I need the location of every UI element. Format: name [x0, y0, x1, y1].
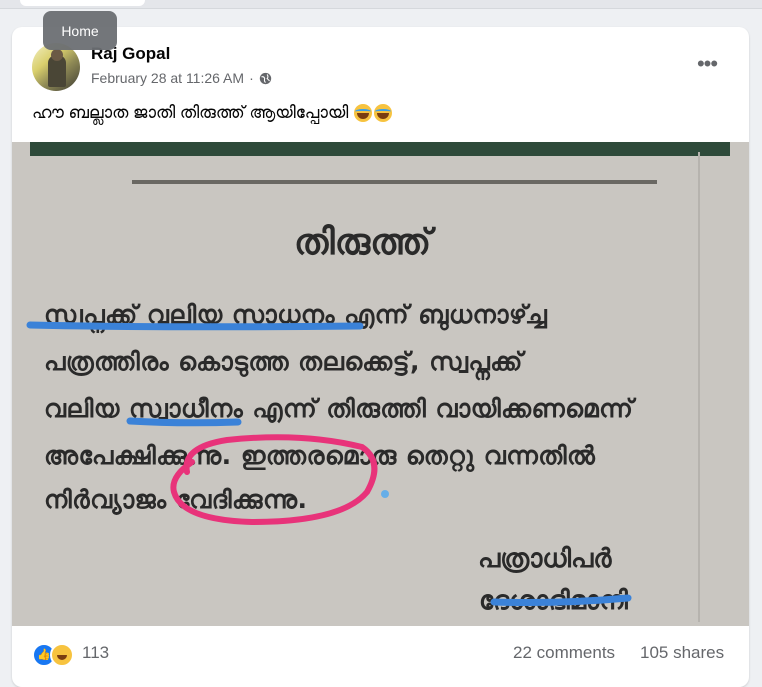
post-meta: February 28 at 11:26 AM · [91, 70, 272, 86]
haha-icon [50, 643, 74, 667]
more-options-button[interactable]: ••• [692, 53, 722, 77]
caption-text: ഹൗ ബല്ലാത ജാതി തിരുത്ത് ആയിപ്പോയി [32, 103, 349, 122]
tab-stub [20, 0, 145, 6]
comments-link[interactable]: 22 comments [513, 643, 615, 663]
post-footer: 👍 113 22 comments 105 shares [12, 626, 749, 682]
post-card: Raj Gopal February 28 at 11:26 AM · ••• … [12, 27, 749, 687]
blue-underline [126, 417, 242, 427]
avatar[interactable] [32, 43, 80, 91]
home-tooltip: Home [43, 11, 117, 50]
top-bar [0, 0, 762, 9]
shares-link[interactable]: 105 shares [640, 643, 724, 663]
post-caption: ഹൗ ബല്ലാത ജാതി തിരുത്ത് ആയിപ്പോയി [32, 103, 393, 123]
globe-icon[interactable] [259, 72, 272, 85]
post-image[interactable]: തിരുത്ത് സ്വപ്നക്ക് വലിയ സാധനം എന്ന് ബുധ… [12, 142, 749, 626]
reaction-icons[interactable]: 👍 [32, 643, 80, 667]
highlight-marks [26, 321, 632, 606]
blue-dot [381, 490, 389, 498]
pink-circle [170, 434, 378, 526]
post-timestamp[interactable]: February 28 at 11:26 AM [91, 70, 244, 86]
laughing-emoji-icon [374, 104, 393, 122]
reaction-count[interactable]: 113 [82, 643, 109, 663]
blue-underline [26, 321, 364, 331]
laughing-emoji-icon [354, 104, 373, 122]
blue-underline [490, 594, 632, 606]
meta-separator: · [249, 70, 254, 86]
